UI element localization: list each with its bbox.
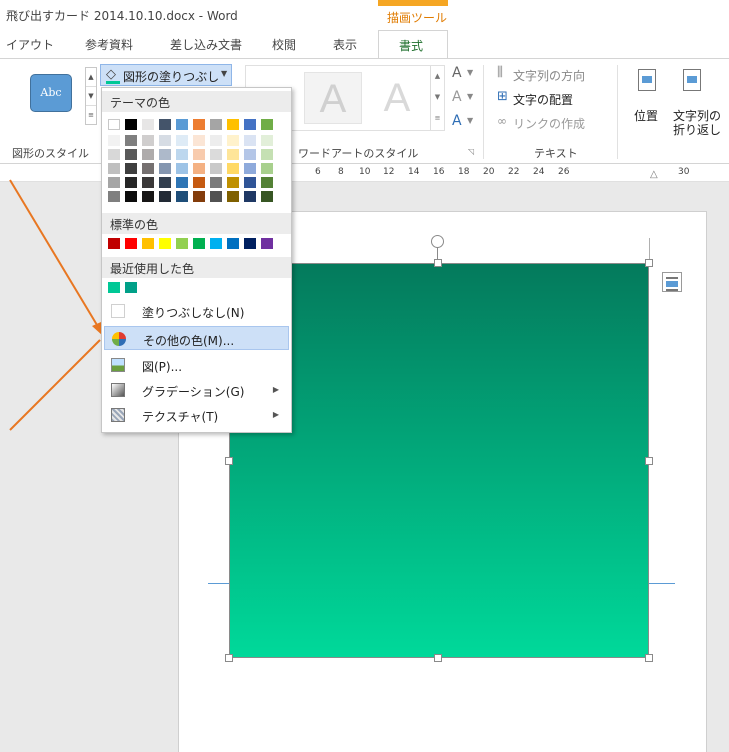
color-swatch[interactable]: [244, 238, 256, 249]
color-swatch[interactable]: [108, 135, 120, 146]
color-swatch[interactable]: [227, 135, 239, 146]
menu-item-gradient[interactable]: グラデーション(G) ▶: [104, 378, 289, 402]
color-swatch[interactable]: [193, 149, 205, 160]
color-swatch[interactable]: [261, 119, 273, 130]
color-swatch[interactable]: [108, 238, 120, 249]
no-fill-icon: [111, 304, 125, 318]
menu-item-texture[interactable]: テクスチャ(T) ▶: [104, 403, 289, 427]
color-swatch[interactable]: [227, 238, 239, 249]
color-swatch[interactable]: [125, 238, 137, 249]
color-swatch[interactable]: [193, 119, 205, 130]
no-fill-label: 塗りつぶしなし(N): [142, 306, 245, 320]
theme-colors-header: テーマの色: [102, 91, 291, 112]
picture-icon: [111, 358, 125, 372]
color-swatch[interactable]: [176, 135, 188, 146]
color-swatch[interactable]: [193, 163, 205, 174]
color-swatch[interactable]: [193, 191, 205, 202]
color-swatch[interactable]: [108, 149, 120, 160]
color-swatch[interactable]: [244, 177, 256, 188]
color-swatch[interactable]: [142, 149, 154, 160]
color-swatch[interactable]: [261, 149, 273, 160]
color-swatch[interactable]: [159, 119, 171, 130]
color-swatch[interactable]: [142, 119, 154, 130]
color-swatch[interactable]: [193, 135, 205, 146]
picture-label: 図(P)...: [142, 360, 183, 374]
annotation-arrow-line: [9, 339, 101, 431]
color-swatch[interactable]: [261, 135, 273, 146]
color-swatch[interactable]: [176, 163, 188, 174]
menu-item-more-colors[interactable]: その他の色(M)...: [104, 326, 289, 350]
color-swatch[interactable]: [142, 135, 154, 146]
color-swatch[interactable]: [159, 177, 171, 188]
color-swatch[interactable]: [125, 119, 137, 130]
color-swatch[interactable]: [142, 191, 154, 202]
color-swatch[interactable]: [244, 119, 256, 130]
color-swatch[interactable]: [210, 163, 222, 174]
texture-icon: [111, 408, 125, 422]
color-swatch[interactable]: [227, 163, 239, 174]
color-swatch[interactable]: [176, 119, 188, 130]
color-swatch[interactable]: [244, 135, 256, 146]
recent-colors-header: 最近使用した色: [102, 257, 291, 278]
color-swatch[interactable]: [227, 149, 239, 160]
color-swatch[interactable]: [244, 163, 256, 174]
gradient-label: グラデーション(G): [142, 385, 245, 399]
recent-color-swatch[interactable]: [108, 282, 120, 293]
color-swatch[interactable]: [108, 119, 120, 130]
color-swatch[interactable]: [176, 191, 188, 202]
submenu-arrow-icon: ▶: [272, 385, 279, 394]
color-swatch[interactable]: [125, 163, 137, 174]
color-swatch[interactable]: [108, 163, 120, 174]
color-swatch[interactable]: [176, 149, 188, 160]
color-swatch[interactable]: [244, 149, 256, 160]
color-swatch[interactable]: [159, 238, 171, 249]
color-swatch[interactable]: [261, 177, 273, 188]
color-swatch[interactable]: [142, 238, 154, 249]
color-swatch[interactable]: [125, 135, 137, 146]
menu-item-no-fill[interactable]: 塗りつぶしなし(N): [104, 299, 289, 323]
color-swatch[interactable]: [210, 238, 222, 249]
gradient-icon: [111, 383, 125, 397]
color-swatch[interactable]: [210, 177, 222, 188]
color-swatch[interactable]: [142, 177, 154, 188]
more-colors-label: その他の色(M)...: [143, 334, 235, 348]
color-swatch[interactable]: [210, 119, 222, 130]
shape-fill-dropdown: テーマの色 標準の色 最近使用した色 塗りつぶしなし(N) その他の色(M)..…: [101, 87, 292, 433]
color-swatch[interactable]: [210, 191, 222, 202]
annotation-arrow-line: [9, 179, 101, 331]
color-swatch[interactable]: [176, 238, 188, 249]
submenu-arrow-icon: ▶: [272, 410, 279, 419]
color-swatch[interactable]: [193, 177, 205, 188]
color-swatch[interactable]: [261, 191, 273, 202]
standard-colors-header: 標準の色: [102, 213, 291, 234]
color-swatch[interactable]: [261, 238, 273, 249]
recent-color-swatch[interactable]: [125, 282, 137, 293]
color-swatch[interactable]: [210, 135, 222, 146]
color-swatch[interactable]: [227, 177, 239, 188]
color-swatch[interactable]: [125, 177, 137, 188]
color-swatch[interactable]: [125, 149, 137, 160]
color-swatch[interactable]: [261, 163, 273, 174]
color-swatch[interactable]: [210, 149, 222, 160]
color-swatch[interactable]: [108, 191, 120, 202]
color-swatch[interactable]: [176, 177, 188, 188]
color-swatch[interactable]: [159, 191, 171, 202]
color-swatch[interactable]: [227, 191, 239, 202]
menu-item-picture[interactable]: 図(P)...: [104, 353, 289, 377]
color-swatch[interactable]: [159, 163, 171, 174]
color-wheel-icon: [112, 332, 126, 346]
texture-label: テクスチャ(T): [142, 410, 219, 424]
color-swatch[interactable]: [159, 149, 171, 160]
color-swatch[interactable]: [142, 163, 154, 174]
color-swatch[interactable]: [244, 191, 256, 202]
color-swatch[interactable]: [227, 119, 239, 130]
color-swatch[interactable]: [193, 238, 205, 249]
color-swatch[interactable]: [108, 177, 120, 188]
color-swatch[interactable]: [125, 191, 137, 202]
color-swatch[interactable]: [159, 135, 171, 146]
